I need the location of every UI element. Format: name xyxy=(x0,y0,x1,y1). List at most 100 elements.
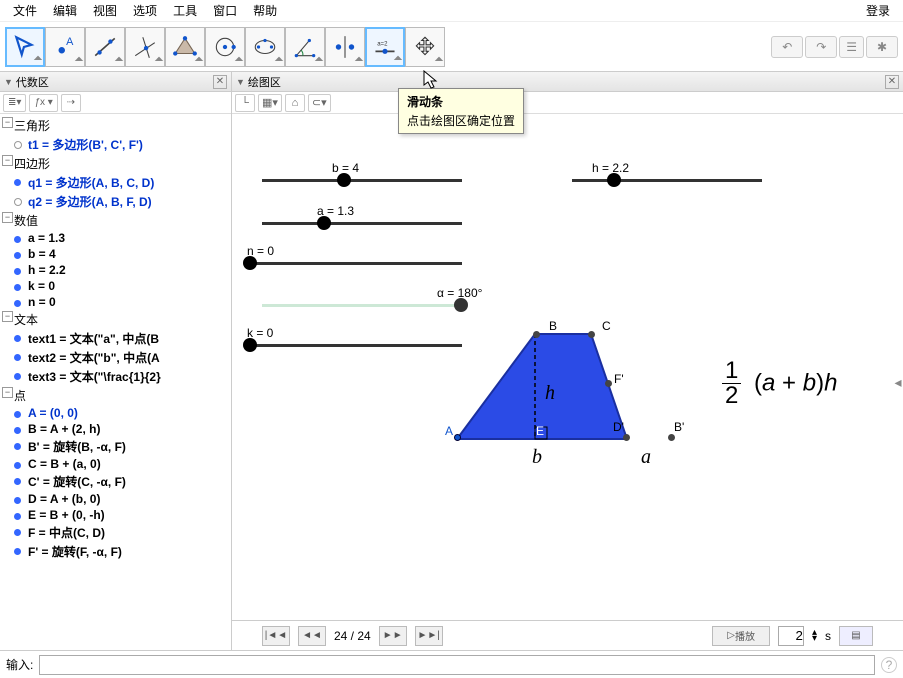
point-A[interactable] xyxy=(454,434,461,441)
point-Bp[interactable] xyxy=(668,434,675,441)
item-text1[interactable]: text1 = 文本("a", 中点(B xyxy=(0,329,231,348)
tool-line[interactable] xyxy=(85,27,125,67)
tool-point[interactable]: A xyxy=(45,27,85,67)
play-button[interactable]: ▷ 播放 xyxy=(712,626,770,646)
point-D[interactable] xyxy=(623,434,630,441)
command-input[interactable] xyxy=(39,655,875,675)
item-Bp[interactable]: B' = 旋转(B, -α, F) xyxy=(0,437,231,456)
menu-tools[interactable]: 工具 xyxy=(165,0,205,21)
algebra-title: 代数区 xyxy=(16,74,49,90)
nav-prev[interactable]: ◄◄ xyxy=(298,626,326,646)
area-formula: 1 2 (a + b)h xyxy=(722,359,837,408)
menu-window[interactable]: 窗口 xyxy=(205,0,245,21)
tool-tooltip: 滑动条 点击绘图区确定位置 xyxy=(398,88,524,134)
item-A[interactable]: A = (0, 0) xyxy=(0,405,231,421)
item-q2[interactable]: q2 = 多边形(A, B, F, D) xyxy=(0,192,231,211)
item-q1[interactable]: q1 = 多边形(A, B, C, D) xyxy=(0,173,231,192)
item-C[interactable]: C = B + (a, 0) xyxy=(0,456,231,472)
item-b[interactable]: b = 4 xyxy=(0,246,231,262)
tool-circle[interactable] xyxy=(205,27,245,67)
close-icon[interactable]: ✕ xyxy=(885,75,899,89)
graphics-pane: ▼ 绘图区 ✕ └ ▦▾ ⌂ ⊂▾ b = 4 h = 2.2 a = 1.3 xyxy=(232,72,903,650)
aux-button[interactable]: ⇢ xyxy=(61,94,81,112)
cat-triangle[interactable]: 三角形 xyxy=(0,116,231,135)
item-h[interactable]: h = 2.2 xyxy=(0,262,231,278)
menu-kebab-button[interactable]: ☰ xyxy=(839,36,864,58)
menu-login[interactable]: 登录 xyxy=(858,0,898,21)
tool-ellipse[interactable] xyxy=(245,27,285,67)
toolbar: A a=2 ↶ ↷ ☰ ✱ xyxy=(0,22,903,72)
tool-angle[interactable] xyxy=(285,27,325,67)
item-E[interactable]: E = B + (0, -h) xyxy=(0,507,231,523)
tool-move-view[interactable] xyxy=(405,27,445,67)
menu-options[interactable]: 选项 xyxy=(125,0,165,21)
side-grip[interactable]: ◂ xyxy=(893,367,903,397)
item-F[interactable]: F = 中点(C, D) xyxy=(0,523,231,542)
redo-button[interactable]: ↷ xyxy=(805,36,837,58)
item-Cp[interactable]: C' = 旋转(C, -α, F) xyxy=(0,472,231,491)
tool-move[interactable] xyxy=(5,27,45,67)
item-text3[interactable]: text3 = 文本("\frac{1}{2} xyxy=(0,367,231,386)
item-B[interactable]: B = A + (2, h) xyxy=(0,421,231,437)
cat-point[interactable]: 点 xyxy=(0,386,231,405)
graphics-header: ▼ 绘图区 ✕ xyxy=(232,72,903,92)
algebra-header: ▼ 代数区 ✕ xyxy=(0,72,231,92)
tool-polygon[interactable] xyxy=(165,27,205,67)
slider-h[interactable]: h = 2.2 xyxy=(572,179,762,182)
menu-help[interactable]: 帮助 xyxy=(245,0,285,21)
svg-text:A: A xyxy=(66,35,74,47)
graphics-canvas[interactable]: b = 4 h = 2.2 a = 1.3 n = 0 α = 180° k =… xyxy=(232,114,903,620)
help-icon[interactable]: ? xyxy=(881,657,897,673)
slider-alpha[interactable]: α = 180° xyxy=(262,304,462,307)
slider-k[interactable]: k = 0 xyxy=(247,344,462,347)
cat-quad[interactable]: 四边形 xyxy=(0,154,231,173)
algebra-toolbar: ≣▾ ƒx ▾ ⇢ xyxy=(0,92,231,114)
tool-perpendicular[interactable] xyxy=(125,27,165,67)
axes-button[interactable]: └ xyxy=(235,94,255,112)
undo-button[interactable]: ↶ xyxy=(771,36,803,58)
collapse-icon[interactable]: ▼ xyxy=(4,77,13,87)
cat-num[interactable]: 数值 xyxy=(0,211,231,230)
menu-edit[interactable]: 编辑 xyxy=(45,0,85,21)
graphics-title: 绘图区 xyxy=(248,74,281,90)
item-D[interactable]: D = A + (b, 0) xyxy=(0,491,231,507)
cat-text[interactable]: 文本 xyxy=(0,310,231,329)
input-label: 输入: xyxy=(6,656,33,673)
settings-button[interactable]: ✱ xyxy=(866,36,898,58)
input-bar: 输入: ? xyxy=(0,650,903,678)
point-B[interactable] xyxy=(533,331,540,338)
slider-a[interactable]: a = 1.3 xyxy=(262,222,462,225)
item-a[interactable]: a = 1.3 xyxy=(0,230,231,246)
nav-first[interactable]: |◄◄ xyxy=(262,626,290,646)
sort-button[interactable]: ≣▾ xyxy=(3,94,26,112)
home-button[interactable]: ⌂ xyxy=(285,94,305,112)
grid-button[interactable]: ▦▾ xyxy=(258,94,282,112)
snap-button[interactable]: ⊂▾ xyxy=(308,94,331,112)
item-k[interactable]: k = 0 xyxy=(0,278,231,294)
close-icon[interactable]: ✕ xyxy=(213,75,227,89)
item-text2[interactable]: text2 = 文本("b", 中点(A xyxy=(0,348,231,367)
construction-navbar: |◄◄ ◄◄ 24 / 24 ►► ►►| ▷ 播放 ▴▾ s ▤ xyxy=(232,620,903,650)
speed-input[interactable] xyxy=(778,626,804,646)
graphics-toolbar: └ ▦▾ ⌂ ⊂▾ xyxy=(232,92,903,114)
slider-b[interactable]: b = 4 xyxy=(262,179,462,182)
point-Fp[interactable] xyxy=(605,380,612,387)
trapezoid-shape xyxy=(447,324,677,454)
point-C[interactable] xyxy=(588,331,595,338)
item-t1[interactable]: t1 = 多边形(B', C', F') xyxy=(0,135,231,154)
slider-n[interactable]: n = 0 xyxy=(247,262,462,265)
tool-slider[interactable]: a=2 xyxy=(365,27,405,67)
menu-view[interactable]: 视图 xyxy=(85,0,125,21)
tool-reflect[interactable] xyxy=(325,27,365,67)
item-n[interactable]: n = 0 xyxy=(0,294,231,310)
nav-last[interactable]: ►►| xyxy=(415,626,443,646)
protocol-button[interactable]: ▤ xyxy=(839,626,873,646)
fx-button[interactable]: ƒx ▾ xyxy=(29,94,57,112)
nav-next[interactable]: ►► xyxy=(379,626,407,646)
menu-bar: 文件 编辑 视图 选项 工具 窗口 帮助 登录 xyxy=(0,0,903,22)
menu-file[interactable]: 文件 xyxy=(5,0,45,21)
object-tree[interactable]: 三角形 t1 = 多边形(B', C', F') 四边形 q1 = 多边形(A,… xyxy=(0,114,231,650)
svg-text:a=2: a=2 xyxy=(377,41,388,47)
collapse-icon[interactable]: ▼ xyxy=(236,77,245,87)
item-Fp[interactable]: F' = 旋转(F, -α, F) xyxy=(0,542,231,561)
